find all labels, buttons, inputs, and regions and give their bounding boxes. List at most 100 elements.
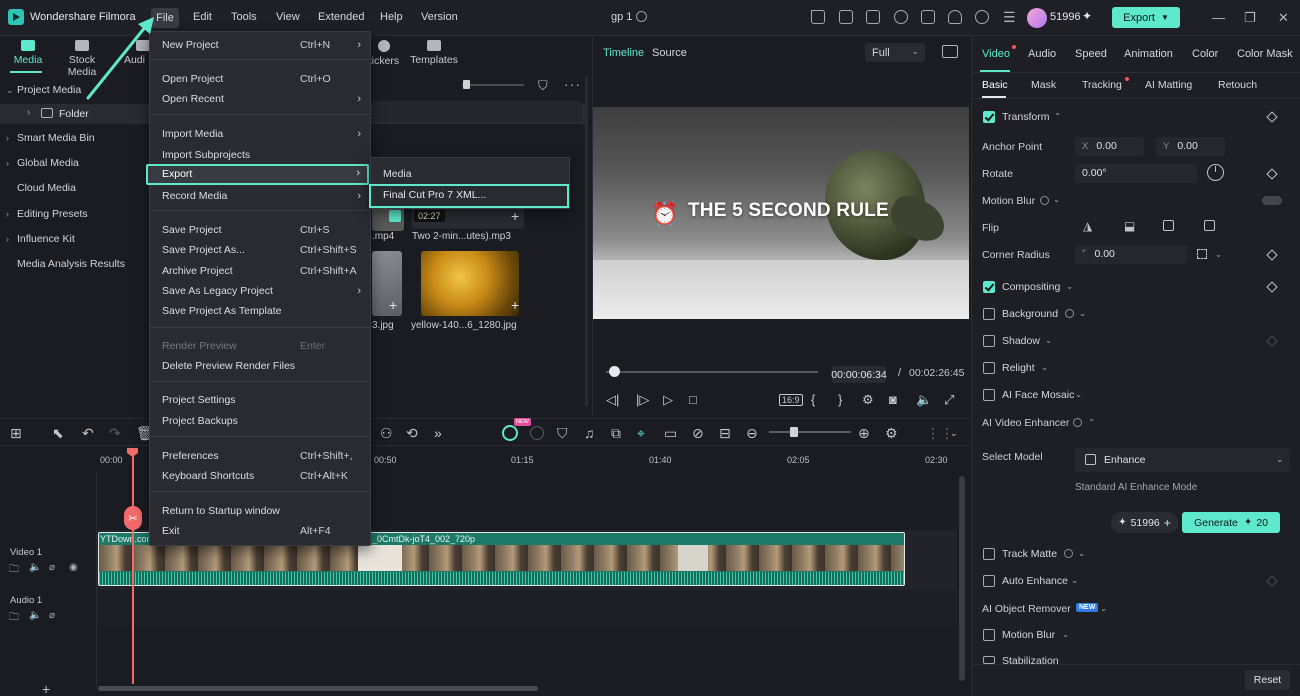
save-icon[interactable]: [921, 10, 935, 24]
chevron-down-icon[interactable]: ⌄: [1100, 603, 1107, 614]
volume-icon[interactable]: 🔈: [916, 392, 932, 408]
zoom-in-icon[interactable]: ⊕: [858, 425, 870, 442]
transform-checkbox[interactable]: [983, 111, 995, 123]
reset-button[interactable]: Reset: [1245, 670, 1290, 690]
current-time[interactable]: 00:00:06:34: [831, 366, 887, 383]
add-track-icon[interactable]: +: [42, 681, 50, 696]
playhead[interactable]: [132, 452, 134, 684]
redo-icon[interactable]: ↷: [109, 425, 121, 442]
rotate-left-icon[interactable]: [1163, 220, 1174, 231]
preview-progress-bar[interactable]: [606, 371, 818, 373]
headset-icon[interactable]: [975, 10, 989, 24]
support-icon[interactable]: [894, 10, 908, 24]
relight-checkbox[interactable]: [983, 362, 995, 374]
subtab-tracking[interactable]: Tracking: [1082, 77, 1129, 91]
menu-item-project-settings[interactable]: Project Settings: [150, 390, 370, 410]
lock-icon[interactable]: ⌀: [49, 610, 55, 621]
flip-horizontal-icon[interactable]: ◮: [1083, 219, 1092, 233]
add-icon[interactable]: +: [511, 297, 519, 313]
thumbnail-size-slider[interactable]: [462, 84, 524, 86]
chevron-down-icon[interactable]: ⌄: [1078, 548, 1085, 559]
tree-global-media[interactable]: › Global Media: [0, 153, 148, 173]
next-frame-icon[interactable]: |▷: [636, 392, 649, 408]
scissors-icon[interactable]: ✂: [124, 506, 142, 530]
tab-templates[interactable]: Templates: [406, 40, 462, 66]
rotate-right-icon[interactable]: [1204, 220, 1215, 231]
corner-expand-icon[interactable]: [1197, 249, 1207, 259]
keyboard-icon[interactable]: [839, 10, 853, 24]
avatar[interactable]: [1027, 8, 1047, 28]
chevron-down-icon[interactable]: ⌄: [1075, 389, 1082, 400]
menu-item-preferences[interactable]: Preferences Ctrl+Shift+,: [150, 446, 370, 466]
menu-item-new-project[interactable]: New Project Ctrl+N ›: [150, 35, 370, 55]
anchor-x-field[interactable]: X 0.00: [1075, 137, 1144, 156]
add-icon[interactable]: +: [511, 208, 519, 224]
submenu-item-media[interactable]: Media: [383, 168, 412, 180]
shield-icon[interactable]: ⛉: [557, 425, 568, 442]
tree-editing-presets[interactable]: › Editing Presets: [0, 204, 148, 224]
mark-out-icon[interactable]: }: [838, 392, 842, 407]
send-icon[interactable]: [811, 10, 825, 24]
auto-enhance-checkbox[interactable]: [983, 575, 995, 587]
rotate-dial-icon[interactable]: [1207, 164, 1224, 181]
info-icon[interactable]: [1073, 418, 1082, 427]
snapshot-icon[interactable]: ◙: [889, 392, 897, 407]
rotate-field[interactable]: 0.00°: [1075, 164, 1197, 183]
undo-icon[interactable]: ↶: [82, 425, 94, 442]
add-icon[interactable]: +: [389, 297, 397, 313]
thumbnail-size-handle[interactable]: [463, 80, 470, 89]
info-icon[interactable]: [1065, 309, 1074, 318]
prev-frame-icon[interactable]: ◁|: [606, 392, 619, 408]
snap-icon[interactable]: ⌖: [637, 425, 645, 442]
menu-item-import-media[interactable]: Import Media ›: [150, 124, 370, 144]
grid-icon[interactable]: ⊞: [10, 425, 22, 442]
prop-tab-color[interactable]: Color: [1192, 48, 1218, 60]
scene-detect-icon[interactable]: ⧉: [611, 425, 621, 442]
corner-radius-field[interactable]: ⌜ 0.00: [1075, 245, 1187, 264]
eye-icon[interactable]: ◉: [69, 562, 78, 573]
volume-icon[interactable]: 🔈: [29, 562, 41, 573]
flip-vertical-icon[interactable]: ⬓: [1124, 219, 1135, 233]
media-thumb-image-yellow[interactable]: [421, 251, 519, 316]
zoom-out-icon[interactable]: ⊖: [746, 425, 758, 442]
lock-icon[interactable]: ⌀: [49, 562, 55, 573]
menu-help[interactable]: Help: [380, 11, 403, 23]
subtab-retouch[interactable]: Retouch: [1218, 79, 1257, 91]
caption-icon[interactable]: ▭: [664, 425, 677, 442]
chevron-down-icon[interactable]: ⌄: [1215, 249, 1222, 260]
shadow-checkbox[interactable]: [983, 335, 995, 347]
menu-tools[interactable]: Tools: [231, 11, 257, 23]
play-icon[interactable]: ▷: [663, 392, 673, 408]
tab-source[interactable]: Source: [652, 47, 687, 59]
stop-icon[interactable]: □: [689, 392, 697, 407]
restore-icon[interactable]: ❐: [1244, 10, 1256, 26]
aspect-ratio-icon[interactable]: 16:9: [779, 394, 803, 406]
speed-ramp-icon[interactable]: ⟲: [406, 425, 418, 442]
close-icon[interactable]: ✕: [1278, 10, 1289, 26]
render-settings-icon[interactable]: ⚙: [862, 392, 874, 408]
menu-item-save-as-template[interactable]: Save Project As Template: [150, 301, 370, 321]
menu-item-exit[interactable]: Exit Alt+F4: [150, 521, 370, 541]
subtab-mask[interactable]: Mask: [1031, 79, 1056, 91]
subtab-ai-matting[interactable]: AI Matting: [1145, 79, 1192, 91]
chevron-up-icon[interactable]: ⌃: [1054, 111, 1061, 122]
chevron-down-icon[interactable]: ⌄: [1062, 629, 1069, 640]
preview-quality-select[interactable]: Full ⌄: [865, 43, 925, 62]
prop-tab-speed[interactable]: Speed: [1075, 48, 1107, 60]
menu-item-save-as-legacy[interactable]: Save As Legacy Project ›: [150, 281, 370, 301]
ai-tool-icon[interactable]: [530, 426, 544, 440]
motion-blur-checkbox[interactable]: [983, 629, 995, 641]
menu-item-return-to-startup[interactable]: Return to Startup window: [150, 501, 370, 521]
track-matte-checkbox[interactable]: [983, 548, 995, 560]
stabilization-checkbox[interactable]: [983, 656, 995, 664]
volume-icon[interactable]: 🔈: [29, 610, 41, 621]
more-icon[interactable]: ···: [564, 76, 581, 92]
chevron-down-icon[interactable]: ⌄: [1053, 194, 1060, 205]
ai-face-mosaic-checkbox[interactable]: [983, 389, 995, 401]
folder-icon[interactable]: 🗀: [9, 562, 19, 579]
media-scrollbar[interactable]: [585, 76, 588, 406]
motion-blur-toggle[interactable]: [1262, 196, 1282, 205]
audio-track[interactable]: [97, 590, 957, 626]
mark-in-icon[interactable]: {: [811, 392, 815, 407]
info-icon[interactable]: [1064, 549, 1073, 558]
